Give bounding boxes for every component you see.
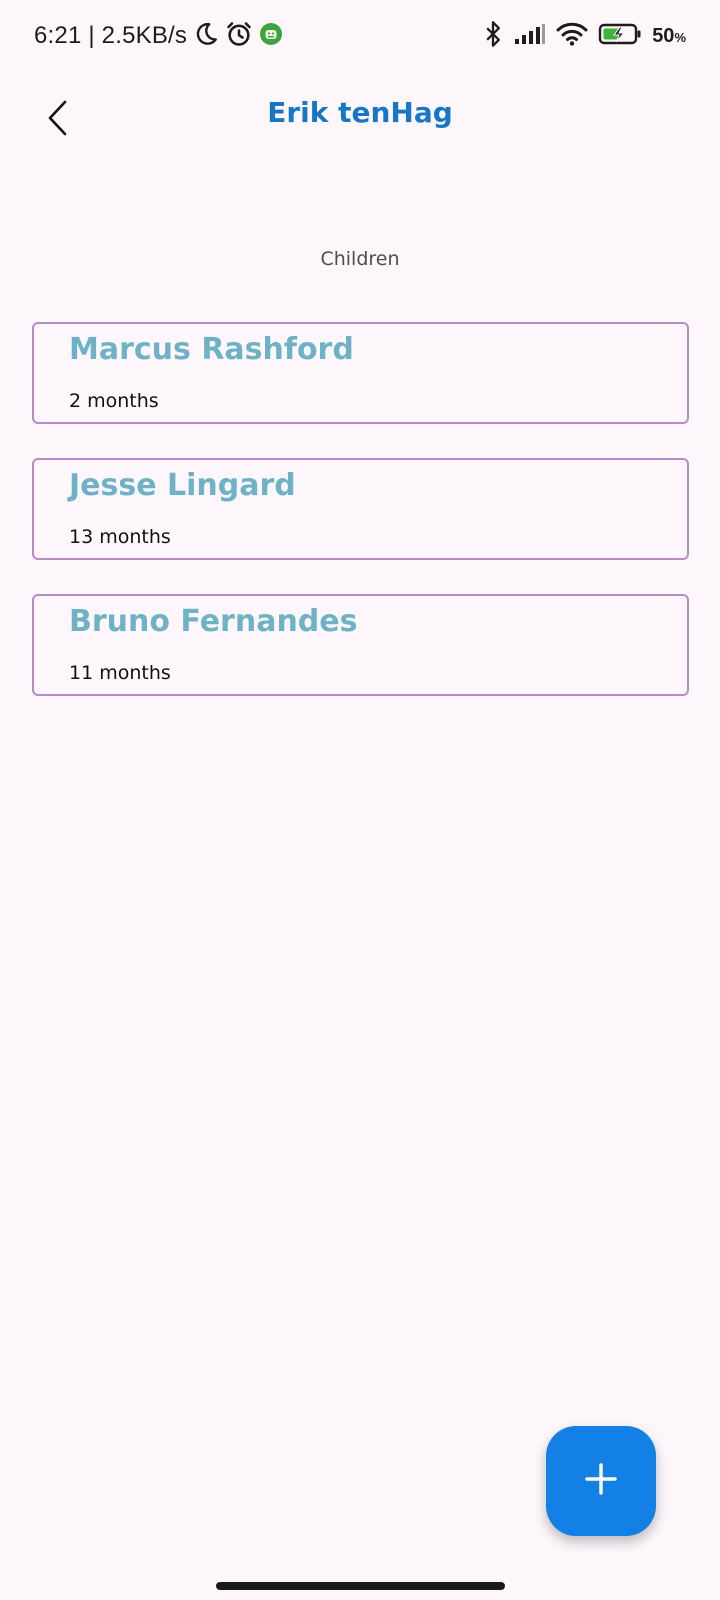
app-bar: Erik tenHag bbox=[0, 72, 720, 168]
plus-icon bbox=[584, 1462, 618, 1500]
children-list: Marcus Rashford 2 months Jesse Lingard 1… bbox=[32, 322, 689, 730]
child-age: 2 months bbox=[69, 390, 159, 412]
child-card[interactable]: Jesse Lingard 13 months bbox=[32, 458, 689, 560]
battery-value: 50 bbox=[652, 24, 675, 47]
page-title: Erik tenHag bbox=[267, 96, 453, 129]
child-age: 11 months bbox=[69, 662, 171, 684]
alarm-icon bbox=[225, 20, 253, 52]
status-right: 50% bbox=[482, 18, 686, 54]
battery-unit: % bbox=[674, 29, 686, 45]
child-card[interactable]: Bruno Fernandes 11 months bbox=[32, 594, 689, 696]
status-time-speed: 6:21 | 2.5KB/s bbox=[34, 22, 188, 49]
signal-icon bbox=[514, 22, 546, 50]
child-card[interactable]: Marcus Rashford 2 months bbox=[32, 322, 689, 424]
battery-charging-icon bbox=[598, 21, 642, 51]
home-indicator[interactable] bbox=[216, 1582, 505, 1590]
status-bar: 6:21 | 2.5KB/s 50% bbox=[0, 0, 720, 72]
section-label: Children bbox=[320, 248, 400, 270]
battery-percentage: 50% bbox=[652, 25, 686, 48]
child-name: Marcus Rashford bbox=[69, 332, 354, 367]
bluetooth-icon bbox=[482, 20, 504, 52]
android-notification-icon bbox=[259, 22, 283, 50]
moon-icon bbox=[193, 21, 219, 51]
status-left: 6:21 | 2.5KB/s bbox=[34, 18, 283, 54]
add-child-button[interactable] bbox=[546, 1426, 656, 1536]
child-age: 13 months bbox=[69, 526, 171, 548]
child-name: Jesse Lingard bbox=[69, 468, 296, 503]
child-name: Bruno Fernandes bbox=[69, 604, 358, 639]
wifi-icon bbox=[556, 21, 588, 51]
